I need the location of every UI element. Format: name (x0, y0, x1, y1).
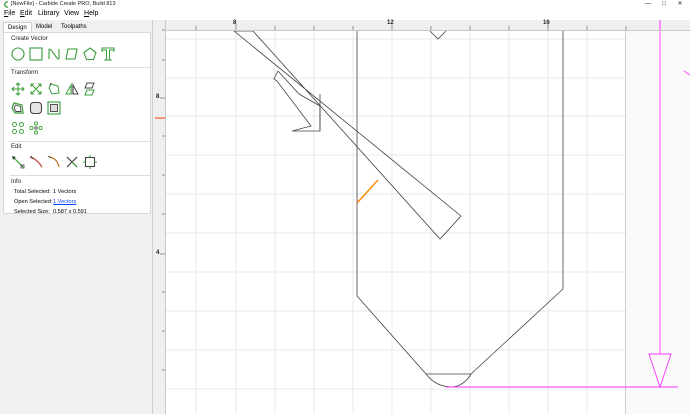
tab-model[interactable]: Model (32, 22, 56, 32)
mirror-icon[interactable] (65, 82, 79, 96)
menu-file[interactable]: File (4, 10, 15, 17)
design-panel: Create Vector Transform Edit Info Total … (3, 32, 151, 215)
vertical-ruler: 8 4 (154, 20, 166, 414)
selected-vector[interactable] (356, 179, 379, 204)
menu-bar: File Edit Library View Help (0, 9, 690, 20)
divider (10, 67, 150, 68)
canvas-drawing[interactable] (166, 31, 690, 414)
ruler-label: 8 (156, 94, 160, 100)
section-edit: Edit (11, 144, 22, 150)
tab-toolpaths[interactable]: Toolpaths (57, 22, 91, 32)
polygon-icon[interactable] (65, 47, 79, 61)
offset-icon[interactable] (11, 101, 25, 115)
top-notch[interactable] (429, 31, 447, 40)
section-transform: Transform (11, 70, 39, 76)
menu-help[interactable]: Help (84, 10, 98, 17)
box-select-icon[interactable] (47, 101, 61, 115)
grid (166, 31, 626, 414)
menu-edit[interactable]: Edit (20, 10, 32, 17)
cut-icon[interactable] (65, 155, 79, 169)
info-label: Selected Size: (14, 209, 50, 215)
ruler-label: 8 (233, 20, 237, 26)
slot-rectangle[interactable] (233, 31, 462, 240)
info-total-selected: Total Selected: 1 Vectors (14, 189, 76, 195)
scale-icon[interactable] (29, 82, 43, 96)
array-icon[interactable] (11, 121, 25, 135)
info-label: Total Selected: (14, 189, 51, 195)
panel-tabs: Design Model Toolpaths (0, 21, 152, 33)
info-selected-size: Selected Size: 0.587 x 0.591 (14, 209, 87, 215)
pocket-outline[interactable] (356, 31, 564, 375)
divider (10, 175, 150, 176)
fillet-icon[interactable] (29, 101, 43, 115)
close-button[interactable]: ✕ (673, 0, 687, 9)
circle-icon[interactable] (11, 47, 25, 61)
node-edit-icon[interactable] (11, 155, 25, 169)
maximize-button[interactable]: □ (657, 0, 671, 9)
pentagon-icon[interactable] (83, 47, 97, 61)
menu-view[interactable]: View (64, 10, 79, 17)
info-value: 0.587 x 0.591 (53, 209, 87, 215)
join-icon[interactable] (83, 155, 97, 169)
move-icon[interactable] (11, 82, 25, 96)
text-icon[interactable] (101, 47, 115, 61)
section-create-vector: Create Vector (11, 36, 48, 42)
vector-shapes[interactable] (233, 31, 564, 388)
ruler-label: 16 (543, 20, 550, 26)
window-title: [NewFile] - Carbide Create PRO, Build 81… (11, 1, 116, 7)
trim-icon[interactable] (29, 155, 43, 169)
bottom-arc[interactable] (425, 373, 472, 388)
info-label: Open Selected: (14, 199, 53, 205)
circular-array-icon[interactable] (29, 121, 43, 135)
panel-splitter[interactable] (152, 20, 153, 414)
arc-edit-icon[interactable] (47, 155, 61, 169)
design-canvas[interactable] (166, 31, 690, 414)
divider (10, 141, 150, 142)
title-bar: [NewFile] - Carbide Create PRO, Build 81… (0, 0, 690, 9)
app-icon (4, 1, 9, 8)
ruler-label: 12 (387, 20, 394, 26)
info-open-selected: Open Selected: 1 Vectors (14, 199, 76, 205)
rectangle-icon[interactable] (29, 47, 43, 61)
menu-library[interactable]: Library (38, 10, 59, 17)
ruler-label: 4 (156, 250, 160, 256)
canvas-margin (626, 31, 690, 414)
section-info: Info (11, 179, 22, 185)
align-icon[interactable] (83, 82, 97, 96)
curve-icon[interactable] (47, 47, 61, 61)
info-value: 1 Vectors (53, 189, 77, 195)
minimize-button[interactable]: — (641, 0, 655, 9)
horizontal-ruler: 8 12 16 (166, 20, 690, 31)
open-selected-link[interactable]: 1 Vectors (53, 199, 76, 205)
rotate-icon[interactable] (47, 82, 61, 96)
